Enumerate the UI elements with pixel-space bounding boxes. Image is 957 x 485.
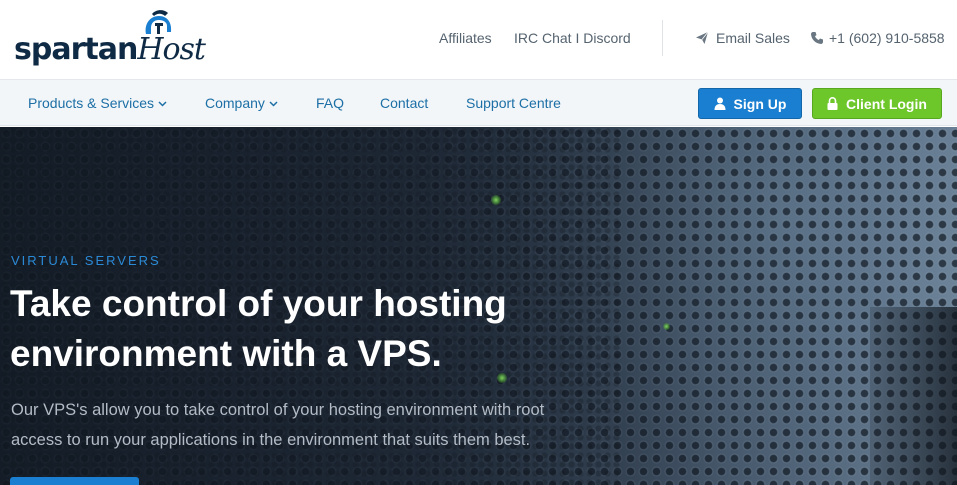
client-login-button[interactable]: Client Login [812, 88, 942, 119]
chevron-down-icon [269, 101, 278, 107]
nav-item-label: FAQ [316, 95, 345, 111]
logo-main-text: spartan [14, 32, 138, 67]
nav-item-contact[interactable]: Contact [380, 95, 428, 111]
hero-description-line: access to run your applications in the e… [11, 431, 531, 449]
main-navigation: Products & Services Company FAQ Contact … [0, 80, 957, 126]
client-login-label: Client Login [846, 95, 927, 112]
nav-item-label: Products & Services [28, 95, 155, 111]
email-sales-link[interactable]: Email Sales [716, 30, 790, 46]
header-divider [662, 20, 663, 56]
hero-title-line: Take control of your hosting [10, 283, 507, 324]
hero-banner: VIRTUAL SERVERS Take control of your hos… [0, 127, 957, 485]
nav-item-label: Support Centre [466, 95, 561, 111]
nav-item-products-services[interactable]: Products & Services [28, 95, 167, 111]
hero-description: Our VPS's allow you to take control of y… [11, 395, 611, 455]
hero-title-line: environment with a VPS. [10, 333, 442, 374]
chevron-down-icon [158, 101, 167, 107]
nav-item-label: Contact [380, 95, 429, 111]
hero-description-line: Our VPS's allow you to take control of y… [11, 401, 545, 419]
nav-item-company[interactable]: Company [205, 95, 278, 111]
user-icon [714, 97, 726, 110]
nav-item-faq[interactable]: FAQ [316, 95, 344, 111]
nav-item-label: Company [205, 95, 265, 111]
nav-item-support-centre[interactable]: Support Centre [466, 95, 561, 111]
paper-plane-icon [696, 31, 709, 44]
irc-chat-discord-link[interactable]: IRC Chat I Discord [514, 30, 631, 46]
hero-title: Take control of your hosting environment… [10, 279, 610, 379]
hero-kicker: VIRTUAL SERVERS [11, 253, 161, 268]
server-led [663, 323, 670, 330]
hero-cta-button[interactable] [10, 477, 139, 485]
logo-wordmark: spartanHost [14, 32, 206, 67]
server-led [491, 195, 501, 205]
lock-icon [827, 97, 838, 110]
sign-up-label: Sign Up [733, 95, 787, 112]
phone-link[interactable]: +1 (602) 910-5858 [829, 30, 945, 46]
top-header: spartanHost Affiliates IRC Chat I Discor… [0, 0, 957, 80]
site-logo[interactable]: spartanHost [14, 10, 214, 72]
phone-icon [811, 32, 823, 44]
logo-script-text: Host [137, 32, 206, 67]
affiliates-link[interactable]: Affiliates [439, 30, 492, 46]
sign-up-button[interactable]: Sign Up [698, 88, 802, 119]
